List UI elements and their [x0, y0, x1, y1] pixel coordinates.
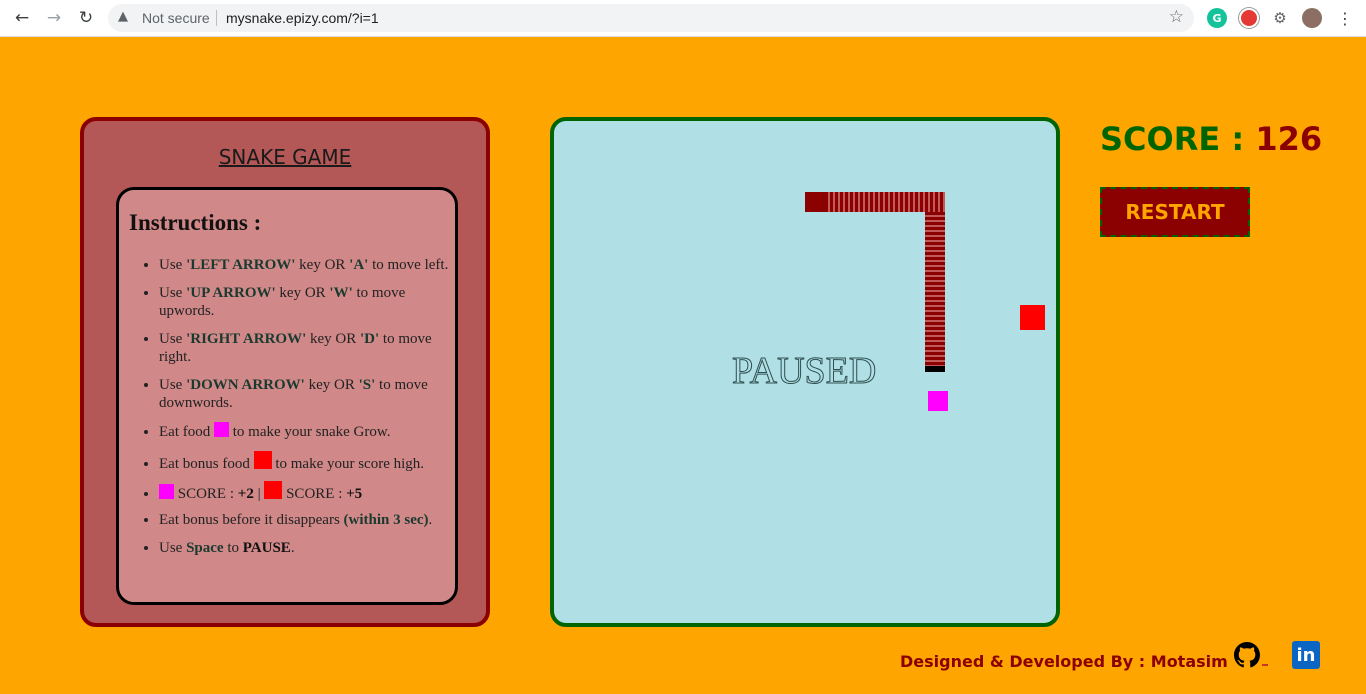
instruction-right: Use 'RIGHT ARROW' key OR 'D' to move rig…: [159, 330, 455, 366]
instruction-down: Use 'DOWN ARROW' key OR 'S' to move down…: [159, 376, 455, 412]
grammarly-icon[interactable]: G: [1207, 8, 1227, 28]
instruction-scores: SCORE : +2 | SCORE : +5: [159, 481, 455, 503]
security-label: Not secure: [142, 10, 210, 26]
instruction-up: Use 'UP ARROW' key OR 'W' to move upword…: [159, 284, 455, 320]
game-title: SNAKE GAME: [218, 145, 352, 169]
snake-body-horizontal: [805, 192, 945, 212]
bonus-swatch-icon: [253, 451, 272, 469]
instructions-list: Use 'LEFT ARROW' key OR 'A' to move left…: [159, 256, 455, 567]
instruction-timer: Eat bonus before it disappears (within 3…: [159, 511, 455, 529]
instructions-box: Instructions : Use 'LEFT ARROW' key OR '…: [116, 187, 458, 605]
warning-icon: ▲: [118, 9, 128, 24]
browser-toolbar: ← → ↻ ▲ Not secure mysnake.epizy.com/?i=…: [0, 0, 1366, 37]
bonus-food-item: [1020, 305, 1045, 330]
extensions-puzzle-icon[interactable]: ⚙: [1270, 8, 1290, 28]
instruction-food: Eat food to make your snake Grow.: [159, 422, 455, 441]
snake-head: [925, 366, 945, 372]
instructions-heading: Instructions :: [129, 210, 262, 235]
snake-body-vertical: [925, 212, 945, 372]
snake-tail: [805, 192, 825, 212]
instructions-panel: SNAKE GAME Instructions : Use 'LEFT ARRO…: [80, 117, 490, 627]
address-bar[interactable]: ▲ Not secure mysnake.epizy.com/?i=1 ☆: [108, 4, 1194, 32]
link-underline: [1262, 664, 1268, 666]
instruction-pause: Use Space to PAUSE.: [159, 539, 455, 557]
footer-credit: Designed & Developed By : Motasim: [900, 652, 1228, 671]
instruction-bonus: Eat bonus food to make your score high.: [159, 451, 455, 473]
forward-arrow-icon[interactable]: →: [42, 6, 66, 30]
menu-kebab-icon[interactable]: ⋮: [1333, 6, 1357, 30]
food-swatch-icon: [159, 484, 174, 499]
paused-label: PAUSED: [731, 350, 877, 393]
bonus-swatch-icon: [264, 481, 283, 499]
linkedin-icon[interactable]: in: [1292, 641, 1320, 669]
profile-avatar[interactable]: [1302, 8, 1322, 28]
pokeball-extension-icon[interactable]: [1239, 8, 1259, 28]
back-arrow-icon[interactable]: ←: [10, 6, 34, 30]
github-icon[interactable]: [1234, 642, 1260, 668]
restart-button[interactable]: RESTART: [1100, 187, 1250, 237]
food-item: [928, 391, 948, 411]
bookmark-star-icon[interactable]: ☆: [1169, 7, 1184, 27]
url-text[interactable]: mysnake.epizy.com/?i=1: [226, 10, 379, 26]
food-swatch-icon: [213, 422, 229, 437]
reload-icon[interactable]: ↻: [74, 6, 98, 30]
address-separator: [216, 10, 217, 26]
score-label: SCORE :: [1100, 120, 1256, 158]
score-display: SCORE : 126: [1100, 120, 1322, 158]
game-board[interactable]: PAUSED: [550, 117, 1060, 627]
instruction-left: Use 'LEFT ARROW' key OR 'A' to move left…: [159, 256, 455, 274]
score-value: 126: [1255, 120, 1323, 158]
